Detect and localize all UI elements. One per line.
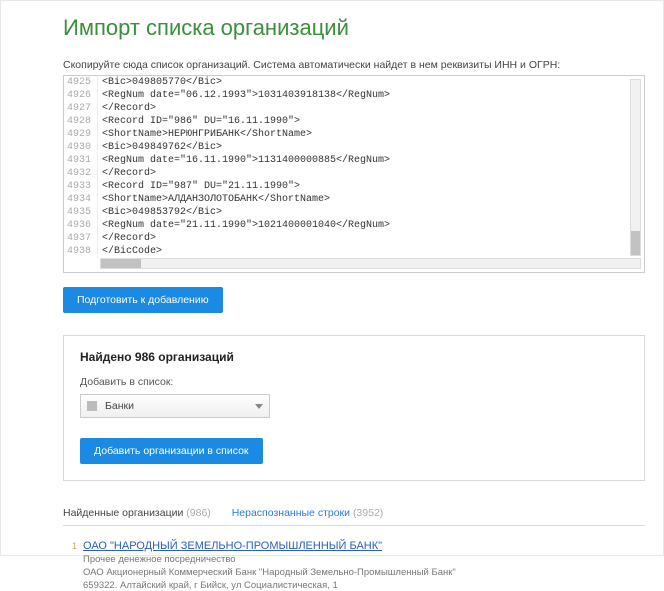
- tab-count: (986): [186, 507, 211, 519]
- tab-label: Найденные организации: [63, 507, 183, 519]
- line-number: 4937: [64, 232, 98, 245]
- result-title-link[interactable]: ОАО "НАРОДНЫЙ ЗЕМЕЛЬНО-ПРОМЫШЛЕННЫЙ БАНК…: [83, 540, 645, 552]
- panel-title: Найдено 986 организаций: [80, 350, 628, 364]
- code-text: <Bic>049849762</Bic>: [98, 141, 222, 154]
- code-text: <RegNum date="16.11.1990">1131400000885<…: [98, 154, 390, 167]
- code-text: </Record>: [98, 102, 156, 115]
- list-select[interactable]: Банки: [80, 394, 270, 418]
- tabs: Найденные организации (986) Нераспознанн…: [63, 507, 645, 526]
- tab-count: (3952): [353, 507, 383, 519]
- add-to-list-label: Добавить в список:: [80, 376, 628, 388]
- code-line: 4928<Record ID="986" DU="16.11.1990">: [64, 115, 644, 128]
- line-number: 4938: [64, 245, 98, 258]
- line-number: 4936: [64, 219, 98, 232]
- code-text: <Record ID="987" DU="21.11.1990">: [98, 180, 300, 193]
- tab-unrecognized[interactable]: Нераспознанные строки (3952): [232, 507, 384, 519]
- code-line: 4930<Bic>049849762</Bic>: [64, 141, 644, 154]
- code-text: <ShortName>НЕРЮНГРИБАНК</ShortName>: [98, 128, 312, 141]
- code-text: <Bic>049853792</Bic>: [98, 206, 222, 219]
- code-text: <RegNum date="21.11.1990">1021400001040<…: [98, 219, 390, 232]
- code-line: 4937</Record>: [64, 232, 644, 245]
- line-number: 4934: [64, 193, 98, 206]
- code-line: 4932</Record>: [64, 167, 644, 180]
- scrollbar-thumb[interactable]: [101, 259, 141, 268]
- result-full-name: ОАО Акционерный Коммерческий Банк "Народ…: [83, 567, 645, 578]
- line-number: 4932: [64, 167, 98, 180]
- results-panel: Найдено 986 организаций Добавить в списо…: [63, 335, 645, 481]
- code-line: 4933<Record ID="987" DU="21.11.1990">: [64, 180, 644, 193]
- line-number: 4925: [64, 76, 98, 89]
- code-text: <Record ID="986" DU="16.11.1990">: [98, 115, 300, 128]
- instruction-text: Скопируйте сюда список организаций. Сист…: [63, 59, 655, 71]
- line-number: 4926: [64, 89, 98, 102]
- code-text: <Bic>049805770</Bic>: [98, 76, 222, 89]
- code-line: 4927</Record>: [64, 102, 644, 115]
- line-number: 4930: [64, 141, 98, 154]
- result-number: 1: [63, 540, 77, 591]
- code-line: 4925<Bic>049805770</Bic>: [64, 76, 644, 89]
- line-number: 4935: [64, 206, 98, 219]
- line-number: 4929: [64, 128, 98, 141]
- code-line: 4926<RegNum date="06.12.1993">1031403918…: [64, 89, 644, 102]
- prepare-button[interactable]: Подготовить к добавлению: [63, 287, 223, 313]
- line-number: 4931: [64, 154, 98, 167]
- tab-found[interactable]: Найденные организации (986): [63, 507, 211, 519]
- code-text: <RegNum date="06.12.1993">1031403918138<…: [98, 89, 390, 102]
- line-number: 4928: [64, 115, 98, 128]
- list-icon: [87, 401, 97, 411]
- page-title: Импорт списка организаций: [63, 15, 655, 41]
- tab-label: Нераспознанные строки: [232, 507, 350, 519]
- code-text: </BicCode>: [98, 245, 162, 258]
- code-textarea[interactable]: 4925<Bic>049805770</Bic>4926<RegNum date…: [63, 75, 645, 273]
- result-list: 1 ОАО "НАРОДНЫЙ ЗЕМЕЛЬНО-ПРОМЫШЛЕННЫЙ БА…: [63, 536, 645, 591]
- horizontal-scrollbar[interactable]: [100, 258, 641, 269]
- code-line: 4936<RegNum date="21.11.1990">1021400001…: [64, 219, 644, 232]
- code-line: 4935<Bic>049853792</Bic>: [64, 206, 644, 219]
- scrollbar-thumb[interactable]: [631, 231, 640, 255]
- select-value: Банки: [105, 400, 134, 412]
- result-address: 659322. Алтайский край, г Бийск, ул Соци…: [83, 580, 645, 591]
- vertical-scrollbar[interactable]: [630, 79, 641, 256]
- code-line: 4938</BicCode>: [64, 245, 644, 258]
- code-line: 4931<RegNum date="16.11.1990">1131400000…: [64, 154, 644, 167]
- result-item: 1 ОАО "НАРОДНЫЙ ЗЕМЕЛЬНО-ПРОМЫШЛЕННЫЙ БА…: [63, 536, 645, 591]
- code-line: 4934<ShortName>АЛДАНЗОЛОТОБАНК</ShortNam…: [64, 193, 644, 206]
- line-number: 4927: [64, 102, 98, 115]
- code-line: 4929<ShortName>НЕРЮНГРИБАНК</ShortName>: [64, 128, 644, 141]
- chevron-down-icon: [255, 404, 263, 409]
- code-text: <ShortName>АЛДАНЗОЛОТОБАНК</ShortName>: [98, 193, 330, 206]
- code-text: </Record>: [98, 167, 156, 180]
- code-text: </Record>: [98, 232, 156, 245]
- line-number: 4933: [64, 180, 98, 193]
- add-organizations-button[interactable]: Добавить организации в список: [80, 438, 263, 464]
